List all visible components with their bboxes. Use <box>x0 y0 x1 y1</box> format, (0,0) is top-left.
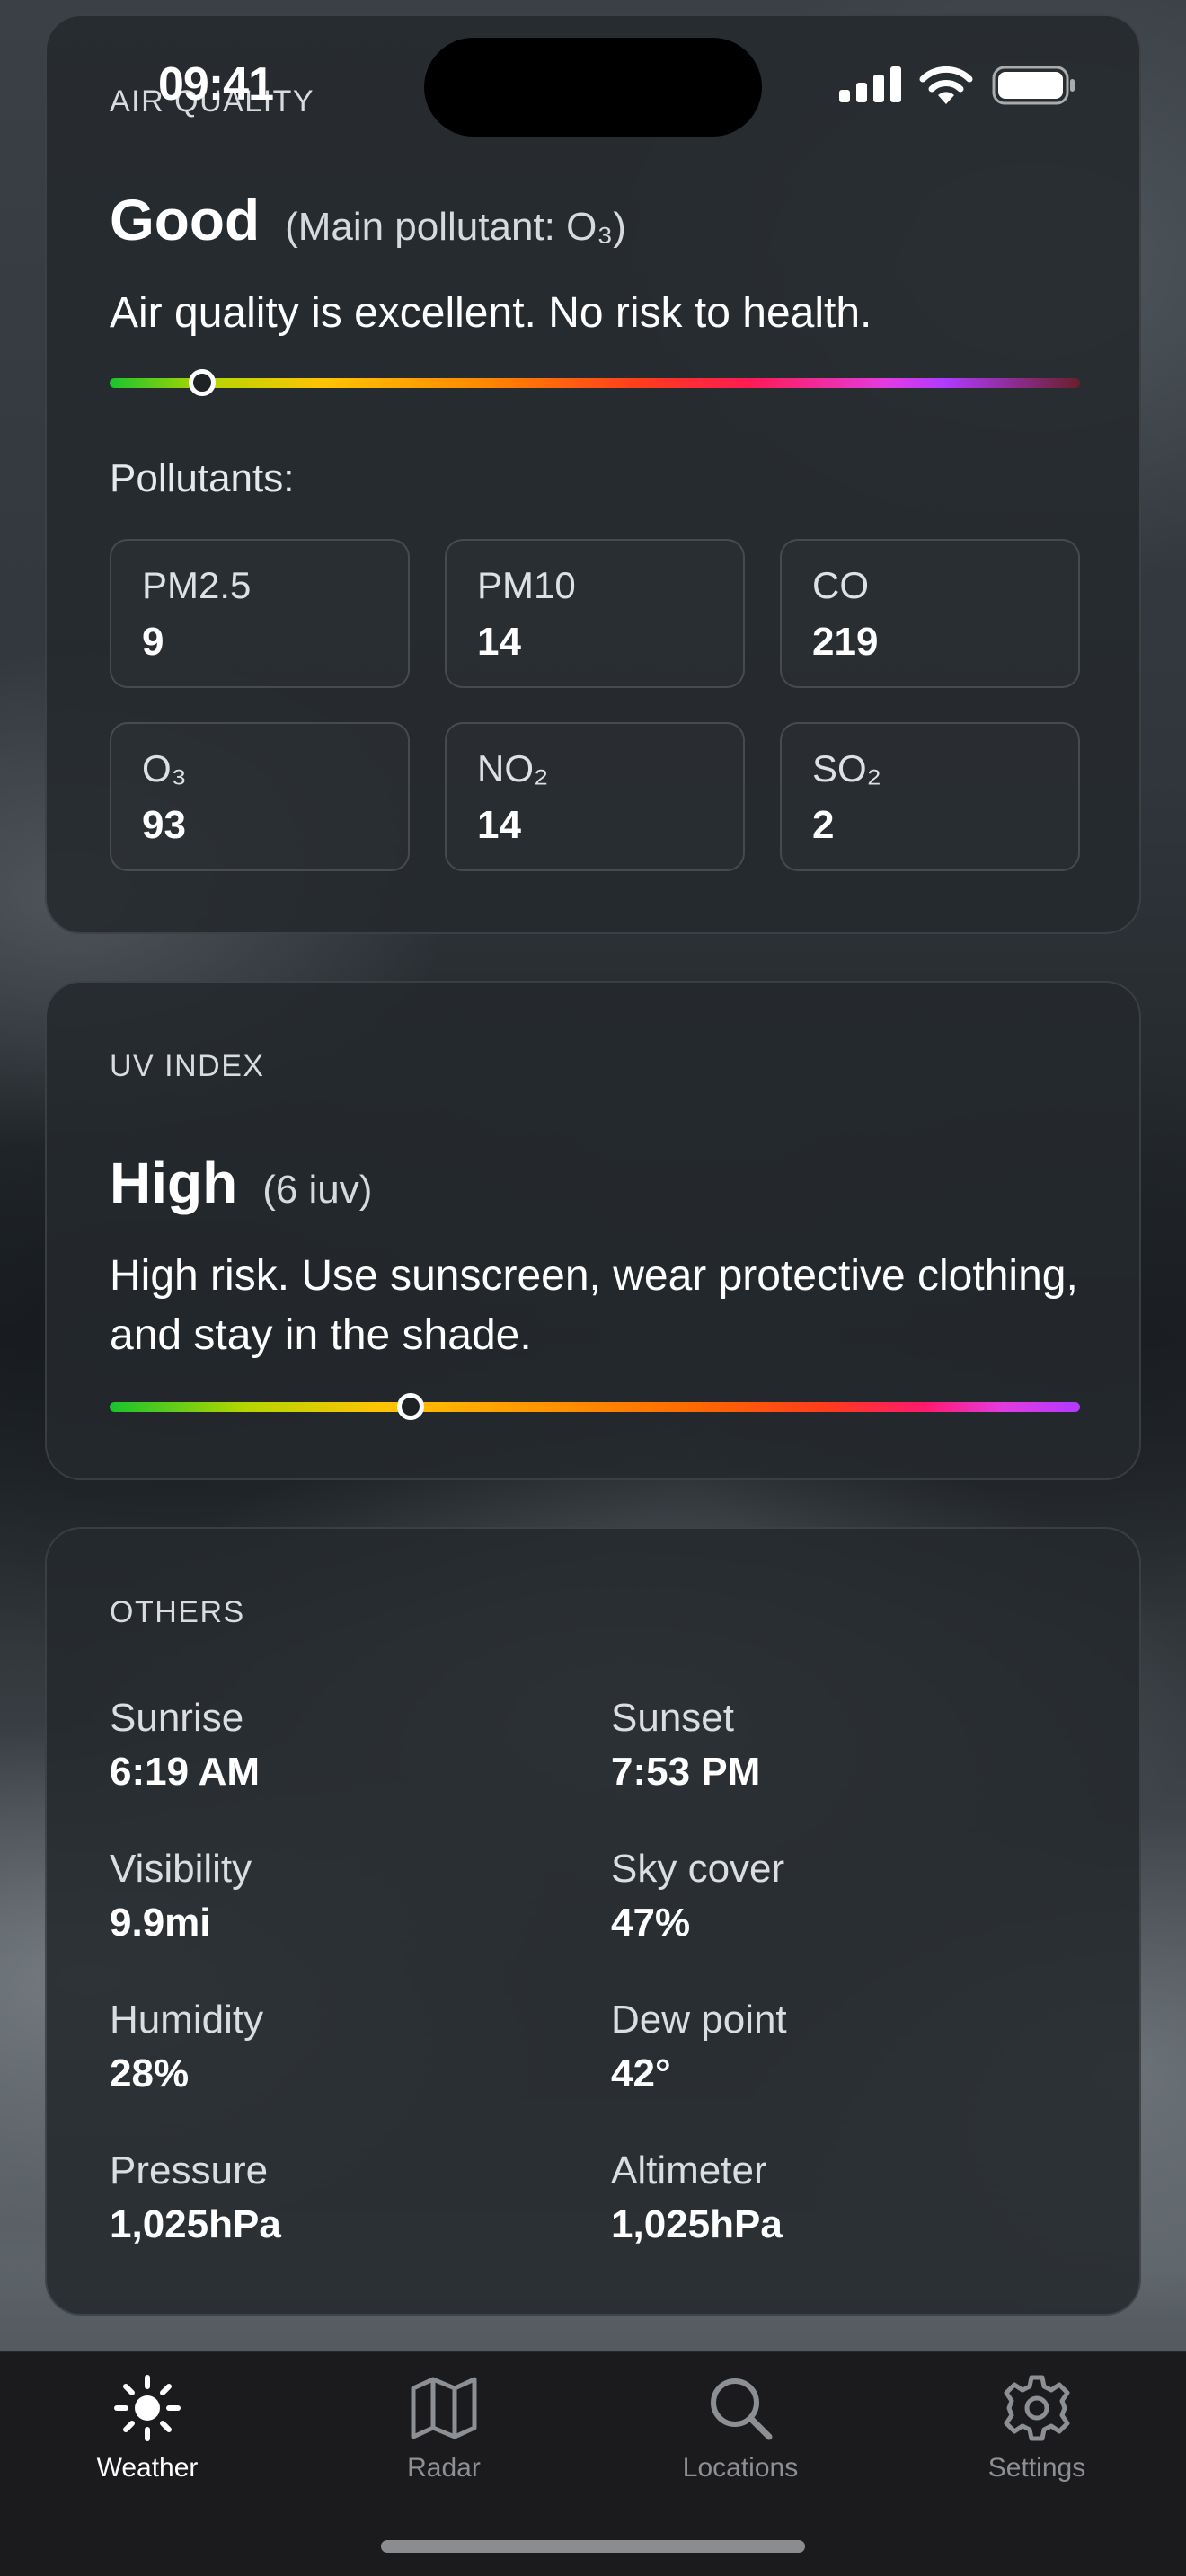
pollutants-label: Pollutants: <box>110 456 295 500</box>
pollutant-name: CO <box>812 564 869 606</box>
status-time: 09:41 <box>158 58 274 110</box>
item-label: Altimeter <box>611 2148 767 2192</box>
dew-point-item: Dew point 42° <box>611 1998 1112 2096</box>
air-quality-scale-indicator <box>188 369 216 396</box>
uv-index-headline: High (6 iuv) <box>110 1150 372 1216</box>
item-label: Humidity <box>110 1998 264 2042</box>
item-label: Sky cover <box>611 1847 785 1891</box>
others-grid: Sunrise 6:19 AM Sunset 7:53 PM Visibilit… <box>110 1696 1116 2247</box>
dynamic-island <box>424 38 762 137</box>
pollutant-card-no2: NO₂ 14 <box>445 722 745 871</box>
tab-label: Weather <box>96 2453 199 2483</box>
uv-index-description: High risk. Use sunscreen, wear protectiv… <box>110 1252 1078 1359</box>
pollutant-value: 93 <box>142 803 186 847</box>
item-value: 7:53 PM <box>611 1750 761 1794</box>
pollutant-card-o3: O₃ 93 <box>110 722 410 871</box>
pollutant-name: SO₂ <box>812 747 881 790</box>
air-quality-description: Air quality is excellent. No risk to hea… <box>110 289 872 337</box>
search-icon <box>711 2378 773 2440</box>
air-quality-scale <box>110 369 1080 396</box>
map-icon <box>411 2377 477 2439</box>
visibility-item: Visibility 9.9mi <box>110 1847 611 1945</box>
item-value: 47% <box>611 1901 691 1945</box>
main-pollutant: (Main pollutant: O₃) <box>285 205 626 249</box>
others-card: OTHERS Sunrise 6:19 AM Sunset 7:53 PM Vi… <box>45 1527 1141 2316</box>
cellular-signal-icon <box>839 66 901 102</box>
wifi-icon <box>919 66 973 104</box>
sun-icon <box>114 2375 181 2441</box>
battery-icon <box>992 66 1075 105</box>
item-value: 28% <box>110 2051 190 2095</box>
humidity-item: Humidity 28% <box>110 1998 611 2096</box>
altimeter-item: Altimeter 1,025hPa <box>611 2148 1112 2247</box>
pollutant-card-co: CO 219 <box>780 539 1080 688</box>
tab-label: Settings <box>987 2453 1086 2483</box>
tab-locations[interactable]: Locations <box>633 2372 848 2483</box>
pollutant-value: 14 <box>477 620 521 664</box>
pollutant-value: 14 <box>477 803 521 847</box>
item-value: 1,025hPa <box>611 2202 783 2246</box>
uv-index-section-title: UV INDEX <box>110 1049 265 1083</box>
gear-icon <box>1004 2375 1070 2441</box>
uv-index-scale-indicator <box>396 1393 424 1420</box>
others-section-title: OTHERS <box>110 1595 245 1629</box>
item-value: 6:19 AM <box>110 1750 261 1794</box>
item-label: Sunrise <box>110 1696 244 1740</box>
item-label: Pressure <box>110 2148 269 2192</box>
pollutant-card-so2: SO₂ 2 <box>780 722 1080 871</box>
status-bar: 09:41 <box>0 0 1186 137</box>
sunrise-item: Sunrise 6:19 AM <box>110 1696 611 1795</box>
uv-index-scale <box>110 1393 1080 1420</box>
item-label: Visibility <box>110 1847 252 1891</box>
item-value: 42° <box>611 2051 671 2095</box>
item-label: Sunset <box>611 1696 734 1740</box>
tab-radar[interactable]: Radar <box>336 2372 552 2483</box>
pollutant-value: 2 <box>812 803 835 847</box>
item-value: 9.9mi <box>110 1901 211 1945</box>
uv-index-card: UV INDEX High (6 iuv) High risk. Use sun… <box>45 981 1141 1480</box>
tab-weather[interactable]: Weather <box>40 2372 255 2483</box>
air-quality-level: Good <box>110 188 261 252</box>
item-label: Dew point <box>611 1998 787 2042</box>
pollutant-name: NO₂ <box>477 747 549 790</box>
item-value: 1,025hPa <box>110 2202 281 2246</box>
pollutant-card-pm10: PM10 14 <box>445 539 745 688</box>
pollutant-card-pm25: PM2.5 9 <box>110 539 410 688</box>
home-indicator <box>381 2540 805 2553</box>
tab-settings[interactable]: Settings <box>929 2372 1145 2483</box>
tab-label: Locations <box>682 2453 799 2483</box>
uv-index-level: High <box>110 1151 238 1215</box>
pollutant-name: PM2.5 <box>142 564 252 606</box>
pollutant-name: PM10 <box>477 564 576 606</box>
tab-label: Radar <box>407 2453 481 2483</box>
air-quality-card: AIR QUALITY Good (Main pollutant: O₃) Ai… <box>45 14 1141 934</box>
pollutant-value: 9 <box>142 620 164 664</box>
pollutant-value: 219 <box>812 620 879 664</box>
sky-cover-item: Sky cover 47% <box>611 1847 1112 1945</box>
sunset-item: Sunset 7:53 PM <box>611 1696 1112 1795</box>
uv-index-value: (6 iuv) <box>262 1168 373 1212</box>
air-quality-headline: Good (Main pollutant: O₃) <box>110 187 626 253</box>
pressure-item: Pressure 1,025hPa <box>110 2148 611 2247</box>
pollutant-name: O₃ <box>142 747 187 790</box>
pollutants-grid: PM2.5 9 PM10 14 CO 219 O₃ 93 NO₂ 14 SO₂ … <box>110 539 1080 871</box>
